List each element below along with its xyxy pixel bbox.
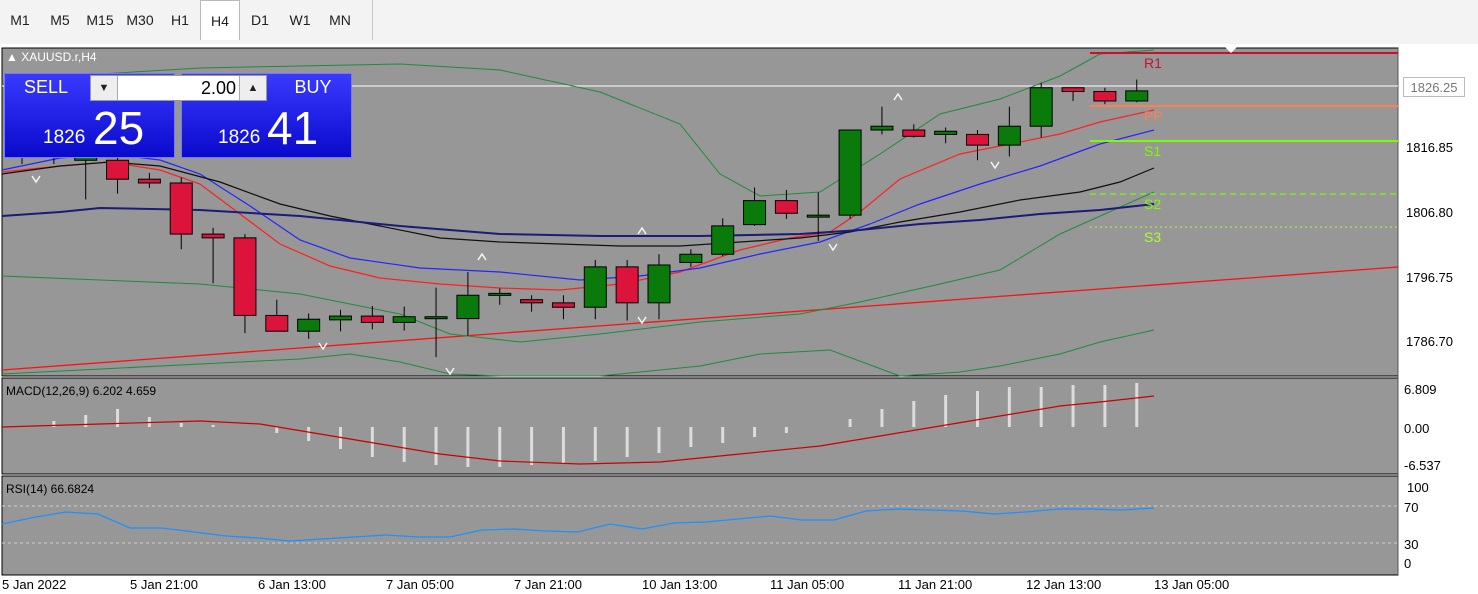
buy-price-small: 1826	[218, 127, 261, 148]
date-axis-label: 7 Jan 21:00	[514, 577, 582, 592]
timeframe-m15[interactable]: M15	[80, 0, 120, 40]
price-axis-label: 1806.80	[1406, 205, 1453, 220]
candle-body	[838, 129, 862, 216]
candle-body	[902, 129, 926, 137]
candle-body	[106, 159, 130, 180]
candle-body	[1125, 90, 1149, 102]
rsi-level: 30	[1404, 537, 1419, 552]
date-axis-label: 11 Jan 21:00	[898, 577, 973, 592]
lot-size-control: ▼ 2.00 ▲	[90, 75, 267, 101]
price-axis-label: 1786.70	[1406, 334, 1453, 349]
timeframe-d1[interactable]: D1	[240, 0, 280, 40]
date-axis-label: 5 Jan 21:00	[130, 577, 198, 592]
buy-label: BUY	[294, 77, 332, 97]
lot-increase-button[interactable]: ▲	[239, 76, 266, 100]
rsi-pane	[1, 475, 1399, 576]
candle-body	[265, 314, 289, 332]
triangle-down-icon: ▼	[98, 82, 110, 94]
candle-body	[456, 294, 480, 320]
rsi-level: 100	[1407, 480, 1429, 495]
sell-label: SELL	[23, 77, 69, 97]
candle-body	[551, 302, 575, 308]
candle-body	[806, 214, 830, 218]
rsi-level: 70	[1404, 500, 1419, 515]
buy-price-big: 41	[267, 102, 319, 154]
triangle-up-icon: ▲	[247, 82, 259, 94]
macd-pane	[1, 377, 1399, 475]
candle-body	[329, 315, 352, 321]
macd-label: MACD(12,26,9) 6.202 4.659	[6, 384, 157, 398]
candle-body	[1061, 87, 1085, 93]
pivot-label-s3: S3	[1144, 229, 1162, 245]
timeframe-h1[interactable]: H1	[160, 0, 200, 40]
sell-price-small: 1826	[43, 127, 86, 148]
timeframe-m1[interactable]: M1	[0, 0, 40, 40]
one-click-trading-panel: SELL 1826 25 BUY 1826 41 ▼ 2.00 ▲	[4, 73, 352, 158]
candle-body	[392, 316, 416, 323]
candle-body	[774, 200, 798, 214]
candle-body	[297, 318, 321, 332]
rsi-label: RSI(14) 66.6824	[6, 482, 95, 496]
candle-body	[137, 178, 161, 184]
candle-body	[488, 292, 512, 296]
candle-body	[201, 233, 225, 239]
date-axis-label: 6 Jan 13:00	[258, 577, 326, 592]
date-axis-label: 12 Jan 13:00	[1026, 577, 1102, 592]
candle-body	[1093, 91, 1117, 102]
macd-level-min: -6.537	[1404, 458, 1441, 473]
timeframe-w1[interactable]: W1	[280, 0, 320, 40]
candle-body	[743, 200, 767, 226]
chart-symbol-label: ▲ XAUUSD.r,H4	[6, 50, 97, 64]
timeframe-mn[interactable]: MN	[320, 0, 360, 40]
rsi-level: 0	[1404, 556, 1412, 571]
lot-decrease-button[interactable]: ▼	[91, 76, 118, 100]
candle-body	[647, 264, 671, 304]
candle-body	[615, 266, 639, 304]
pivot-label-r1: R1	[1144, 55, 1162, 71]
date-axis-label: 11 Jan 05:00	[770, 577, 845, 592]
candle-body	[583, 266, 607, 308]
date-axis-label: 13 Jan 05:00	[1154, 577, 1230, 592]
candle-body	[870, 125, 894, 131]
current-price-tag: 1826.25	[1403, 77, 1465, 97]
candle-body	[711, 225, 735, 255]
date-axis-label: 10 Jan 13:00	[642, 577, 718, 592]
candle-body	[360, 315, 384, 323]
sell-price-big: 25	[93, 102, 145, 154]
price-axis-label: 1796.75	[1406, 270, 1453, 285]
pivot-label-pp: PP	[1144, 108, 1163, 124]
candle-body	[424, 316, 448, 320]
lot-size-input[interactable]: 2.00	[119, 78, 236, 99]
candle-body	[520, 299, 544, 304]
candle-body	[233, 237, 257, 316]
timeframe-m5[interactable]: M5	[40, 0, 80, 40]
macd-level-zero: 0.00	[1404, 421, 1430, 436]
price-axis-label: 1816.85	[1406, 140, 1453, 155]
date-axis-label: 5 Jan 2022	[2, 577, 67, 592]
candle-body	[679, 253, 703, 263]
toolbar-separator	[372, 0, 373, 40]
date-axis-label: 7 Jan 05:00	[386, 577, 454, 592]
pivot-label-s2: S2	[1144, 196, 1162, 212]
candle-body	[966, 133, 989, 146]
pivot-label-s1: S1	[1144, 143, 1162, 159]
timeframe-m30[interactable]: M30	[120, 0, 160, 40]
timeframe-group: M1 M5 M15 M30 H1 H4 D1 W1 MN	[0, 0, 360, 40]
candle-body	[934, 130, 958, 135]
timeframe-h4[interactable]: H4	[200, 0, 240, 40]
candle-body	[1029, 87, 1053, 127]
candle-body	[169, 182, 193, 235]
macd-level-max: 6.809	[1404, 382, 1437, 397]
candle-body	[997, 125, 1021, 146]
timeframe-toolbar: M1 M5 M15 M30 H1 H4 D1 W1 MN	[0, 0, 1478, 45]
